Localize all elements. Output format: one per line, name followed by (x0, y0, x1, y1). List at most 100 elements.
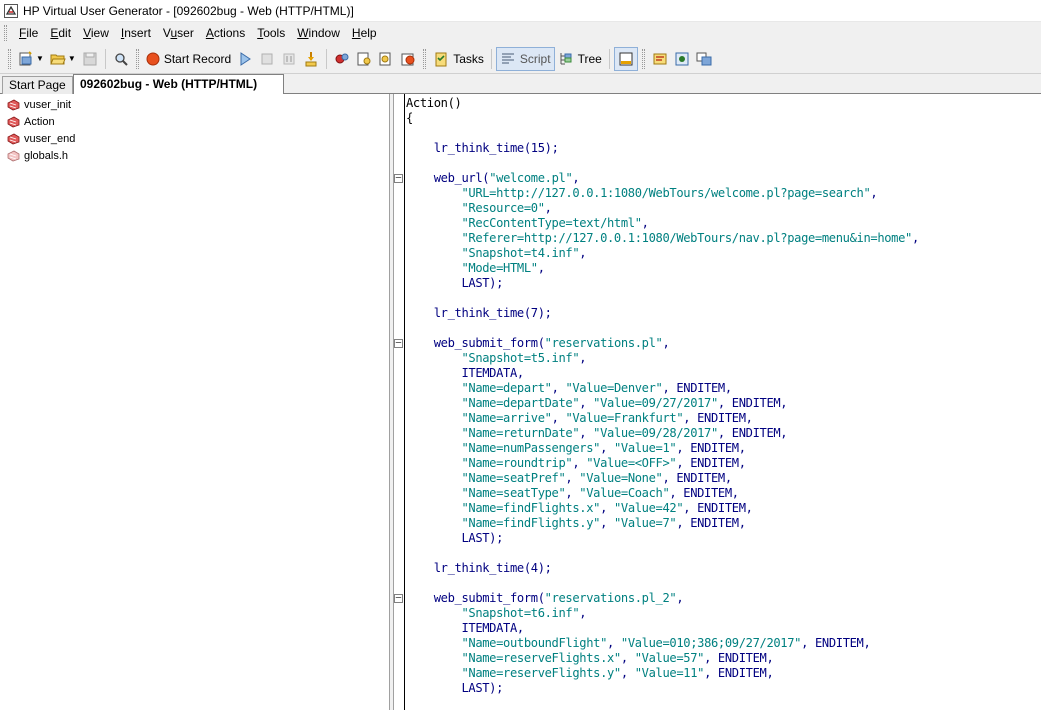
menu-help[interactable]: Help (346, 22, 383, 44)
code-token: , (662, 336, 670, 350)
collapse-block-icon[interactable]: – (394, 174, 403, 183)
parameter-list-icon (696, 52, 712, 65)
toolbar-grip[interactable] (423, 48, 427, 69)
menu-vuser[interactable]: Vuser (157, 22, 200, 44)
tree-item-action[interactable]: Action (7, 114, 55, 130)
code-token: ( (537, 591, 545, 605)
new-dropdown-arrow-icon[interactable]: ▼ (36, 54, 44, 63)
code-token: , (870, 186, 878, 200)
script-label: Script (519, 51, 551, 66)
toolbar-grip[interactable] (641, 48, 645, 69)
step-button[interactable] (300, 47, 322, 71)
tree-view-button[interactable]: Tree (555, 47, 605, 71)
recording-options-button[interactable] (671, 47, 693, 71)
menu-items: File Edit View Insert Vuser Actions Tools Windo… (13, 22, 383, 44)
toolbar-grip[interactable] (8, 48, 11, 69)
script-view-button[interactable]: Script (495, 46, 555, 71)
tree-item-label: globals.h (24, 150, 69, 162)
save-button[interactable] (79, 47, 101, 71)
breakpoint-button[interactable] (331, 47, 353, 71)
code-token: , (572, 456, 587, 470)
parameter-list-button[interactable] (693, 47, 715, 71)
script-view-icon (501, 52, 514, 64)
bookmark-icon (357, 52, 371, 65)
code-token: lr_think_time (433, 306, 524, 320)
output-window-button[interactable] (613, 46, 638, 71)
tree-item-globals-h[interactable]: globals.h (7, 148, 68, 164)
code-token: , (641, 216, 649, 230)
insert-step-button[interactable] (397, 47, 419, 71)
stop-button[interactable] (256, 47, 278, 71)
find-button[interactable] (110, 47, 132, 71)
code-line: lr_think_time(15); (406, 141, 559, 156)
tree-item-label: vuser_init (24, 99, 72, 111)
code-line: "Name=findFlights.x", "Value=42", ENDITE… (406, 501, 752, 516)
tree-item-vuser-init[interactable]: vuser_init (7, 97, 71, 113)
bookmark-button[interactable] (353, 47, 375, 71)
tab-start-page[interactable]: Start Page (2, 76, 73, 94)
code-token: "Value=09/27/2017" (593, 396, 718, 410)
open-script-button[interactable]: ▼ (47, 47, 79, 71)
code-token: web_submit_form (433, 591, 538, 605)
comment-button[interactable] (375, 47, 397, 71)
record-icon (146, 52, 160, 65)
code-token: "Value=1" (613, 441, 677, 455)
collapse-block-icon[interactable]: – (394, 339, 403, 348)
start-record-button[interactable]: Start Record (143, 47, 234, 71)
code-token: , (551, 411, 566, 425)
stop-icon (261, 53, 273, 64)
menu-actions[interactable]: Actions (200, 22, 251, 44)
action-icon (7, 116, 20, 128)
script-editor[interactable]: Action(){ lr_think_time(15); web_url("we… (394, 94, 1041, 710)
tasks-button[interactable]: Tasks (430, 47, 487, 71)
menu-view[interactable]: View (77, 22, 115, 44)
code-token: ( (537, 336, 545, 350)
tree-item-vuser-end[interactable]: vuser_end (7, 131, 75, 147)
toolbar-grip[interactable] (135, 48, 139, 69)
menu-file[interactable]: File (13, 22, 44, 44)
tasks-label: Tasks (453, 51, 484, 66)
run-button[interactable] (234, 47, 256, 71)
menu-tools[interactable]: Tools (251, 22, 291, 44)
collapse-block-icon[interactable]: – (394, 594, 403, 603)
code-line: web_submit_form("reservations.pl_2", (406, 591, 684, 606)
breakpoint-icon (335, 53, 349, 63)
code-token: (4); (523, 561, 552, 575)
tree-item-label: vuser_end (24, 133, 76, 145)
code-line: "Name=departDate", "Value=09/27/2017", E… (406, 396, 787, 411)
code-token: , ENDITEM, (676, 441, 746, 455)
new-script-button[interactable]: ▼ (15, 47, 47, 71)
code-token: , ENDITEM, (683, 411, 753, 425)
tree-view-icon (560, 52, 572, 64)
toolbar: ▼ ▼ Start Record Tasks Script Tree (0, 44, 1041, 74)
code-token: "Value=Frankfurt" (565, 411, 684, 425)
code-token: (15); (523, 141, 559, 155)
menu-insert[interactable]: Insert (115, 22, 157, 44)
open-dropdown-arrow-icon[interactable]: ▼ (68, 54, 76, 63)
menu-edit[interactable]: Edit (44, 22, 77, 44)
code-token: LAST); (461, 531, 504, 545)
code-token: "RecContentType=text/html" (461, 216, 642, 230)
menu-grip[interactable] (4, 25, 7, 41)
code-token: , (676, 591, 684, 605)
runtime-settings-button[interactable] (649, 47, 671, 71)
code-token: "Name=arrive" (461, 411, 552, 425)
tab-092602bug-web[interactable]: 092602bug - Web (HTTP/HTML) (73, 74, 284, 94)
code-token: , (620, 666, 635, 680)
code-token: "Name=findFlights.x" (461, 501, 601, 515)
header-file-icon (7, 150, 20, 162)
menu-window[interactable]: Window (291, 22, 346, 44)
code-token: "Name=departDate" (461, 396, 580, 410)
pause-button[interactable] (278, 47, 300, 71)
